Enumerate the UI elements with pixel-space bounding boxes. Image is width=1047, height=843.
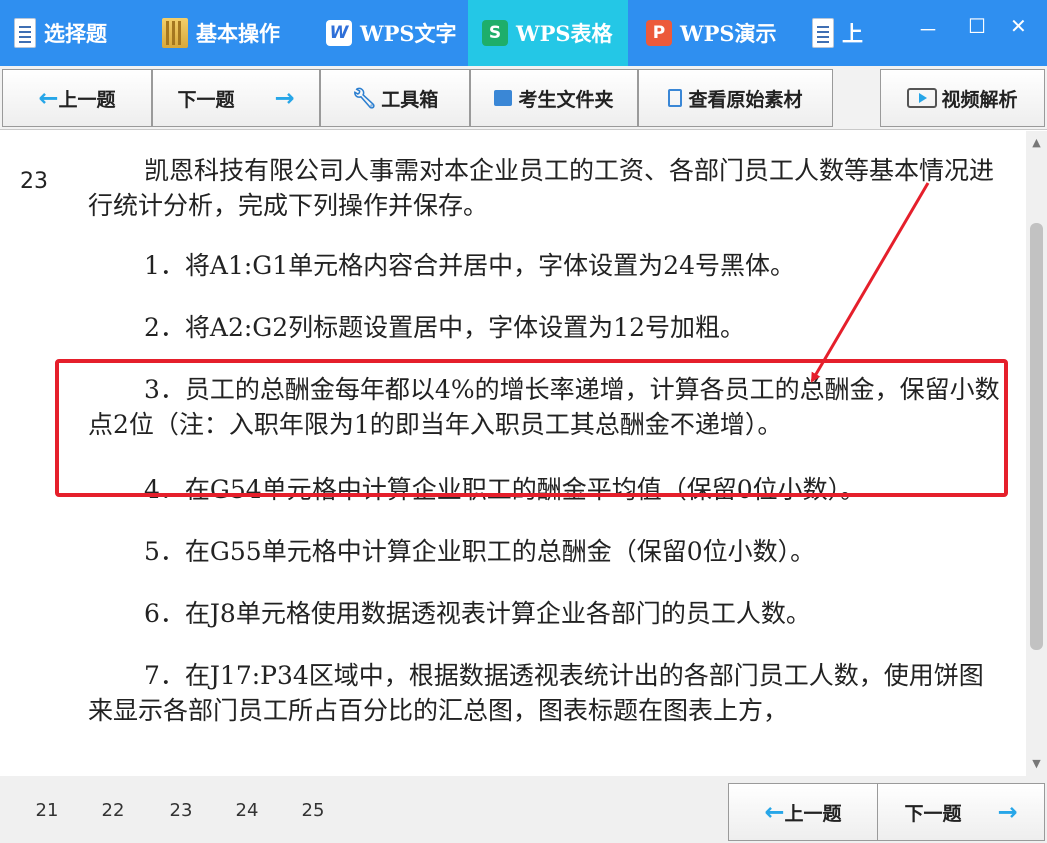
next-question-button[interactable]: 下一题 → (152, 69, 320, 127)
wps-presentation-icon: P (646, 20, 672, 46)
tab-more[interactable]: 上 (812, 0, 872, 66)
page-23-button[interactable]: 23 (168, 798, 194, 824)
tab-label: 基本操作 (196, 21, 280, 46)
footer-next-button[interactable]: 下一题 → (877, 783, 1045, 841)
tab-label: WPS演示 (680, 21, 777, 46)
tab-wps-presentation[interactable]: P WPS演示 (646, 0, 796, 66)
wps-writer-icon: W (326, 20, 352, 46)
arrow-line (810, 182, 930, 383)
button-label: 考生文件夹 (518, 88, 614, 111)
wrench-icon: 🔧︎ (351, 86, 378, 110)
scroll-down-icon[interactable]: ▼ (1026, 754, 1047, 774)
minimize-icon[interactable]: － (918, 14, 938, 43)
exam-folder-button[interactable]: 考生文件夹 (470, 69, 638, 127)
footer-bar: 21 22 23 24 25 ← 上一题 下一题 → (0, 776, 1047, 843)
page-21-button[interactable]: 21 (34, 798, 60, 824)
close-icon[interactable]: ✕ (1010, 14, 1027, 38)
tab-wps-spreadsheet[interactable]: S WPS表格 (468, 0, 628, 66)
vertical-scrollbar[interactable]: ▲ ▼ (1026, 131, 1047, 776)
tab-label: WPS表格 (516, 21, 613, 46)
document-icon (668, 89, 683, 107)
tab-multiple-choice[interactable]: 选择题 (14, 0, 154, 66)
maximize-icon[interactable]: ☐ (968, 14, 986, 38)
footer-prev-button[interactable]: ← 上一题 (728, 783, 878, 841)
tab-label: 选择题 (44, 21, 107, 46)
page-25-button[interactable]: 25 (300, 798, 326, 824)
button-label: 工具箱 (381, 88, 439, 111)
toolbar: ← 上一题 下一题 → 🔧︎ 工具箱 考生文件夹 查看原始素材 视频解析 (0, 66, 1047, 130)
page-24-button[interactable]: 24 (234, 798, 260, 824)
tab-basic-operations[interactable]: 基本操作 (162, 0, 312, 66)
tab-label: WPS文字 (360, 21, 457, 46)
arrow-left-icon: ← (764, 798, 785, 826)
video-icon (907, 88, 938, 108)
wps-spreadsheet-icon: S (482, 20, 508, 46)
button-label: 视频解析 (941, 88, 1018, 111)
video-analysis-button[interactable]: 视频解析 (880, 69, 1045, 127)
page-22-button[interactable]: 22 (100, 798, 126, 824)
document-icon (812, 18, 834, 48)
toolbox-button[interactable]: 🔧︎ 工具箱 (320, 69, 470, 127)
arrow-left-icon: ← (38, 84, 59, 112)
button-label: 上一题 (784, 802, 842, 825)
arrow-right-icon: → (274, 84, 295, 112)
button-label: 查看原始素材 (688, 88, 803, 111)
annotation-arrow (810, 182, 930, 383)
view-material-button[interactable]: 查看原始素材 (638, 69, 833, 127)
button-label: 下一题 (904, 802, 962, 825)
question-panel: 23 凯恩科技有限公司人事需对本企业员工的工资、各部门员工人数等基本情况进行统计… (0, 131, 1026, 776)
folder-icon (162, 18, 188, 48)
button-label: 下一题 (177, 88, 235, 111)
top-tab-bar: 选择题 基本操作 W WPS文字 S WPS表格 P WPS演示 上 － ☐ ✕ (0, 0, 1047, 66)
button-label: 上一题 (58, 88, 116, 111)
document-icon (14, 18, 36, 48)
arrow-right-icon: → (997, 798, 1018, 826)
tab-wps-writer[interactable]: W WPS文字 (326, 0, 466, 66)
prev-question-button[interactable]: ← 上一题 (2, 69, 152, 127)
tab-label: 上 (842, 21, 863, 46)
scrollbar-thumb[interactable] (1030, 223, 1043, 650)
folder-icon (494, 90, 513, 106)
scroll-up-icon[interactable]: ▲ (1026, 133, 1047, 153)
